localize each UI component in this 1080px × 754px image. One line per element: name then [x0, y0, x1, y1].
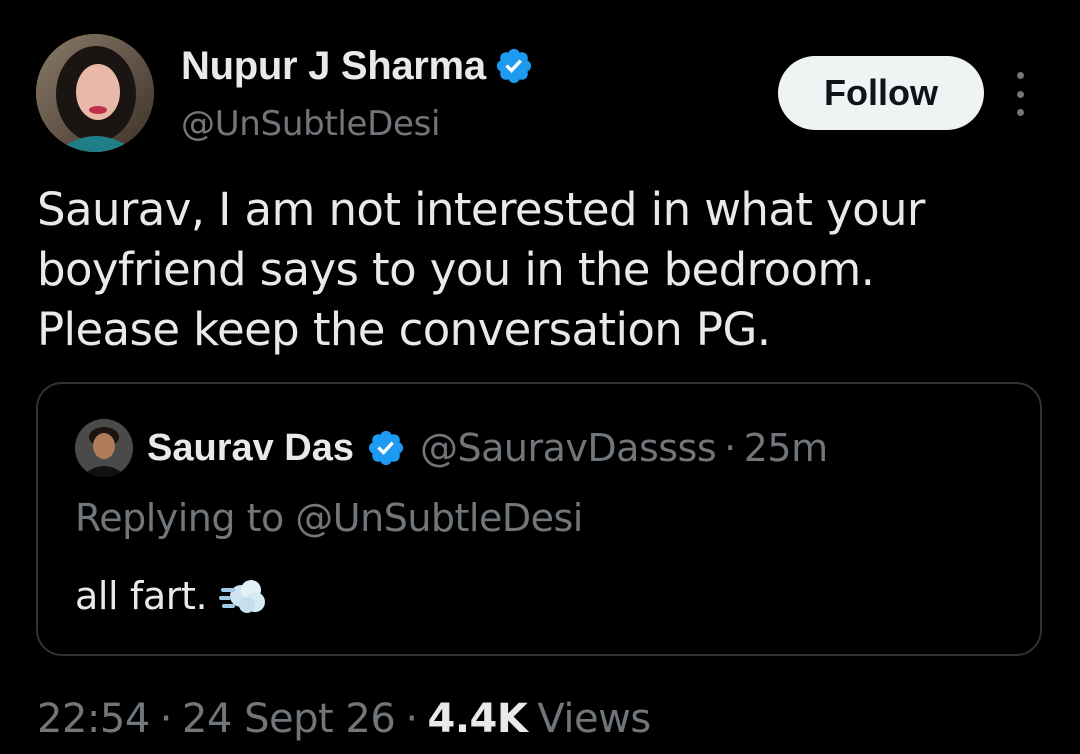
- quoted-text: all fart.: [75, 574, 208, 618]
- tweet-text: Saurav, I am not interested in what your…: [37, 180, 1047, 360]
- author-name-row: Nupur J Sharma: [181, 40, 534, 92]
- quoted-text-row: all fart.: [75, 574, 269, 618]
- quoted-author-avatar-image: [75, 419, 133, 477]
- tweet-text-line: boyfriend says to you in the bedroom.: [37, 243, 875, 296]
- quoted-display-name: Saurav Das: [147, 426, 355, 469]
- tweet-time[interactable]: 22:54: [37, 696, 150, 742]
- quoted-replying-to: Replying to @UnSubtleDesi: [75, 496, 583, 540]
- tweet-date[interactable]: 24 Sept 26: [182, 696, 396, 742]
- quoted-header: Saurav Das @SauravDassss · 25m: [147, 422, 828, 474]
- author-avatar[interactable]: [36, 34, 154, 152]
- quoted-separator: ·: [724, 426, 736, 470]
- author-display-name[interactable]: Nupur J Sharma: [181, 44, 486, 89]
- tweet-meta: 22:54 · 24 Sept 26 · 4.4K Views: [37, 696, 651, 742]
- views-label: Views: [537, 696, 651, 742]
- tweet: Nupur J Sharma @UnSubtleDesi Follow Saur…: [0, 0, 1080, 754]
- quoted-handle: @SauravDassss: [420, 426, 717, 470]
- quoted-tweet-card[interactable]: Saurav Das @SauravDassss · 25m Replying …: [36, 382, 1042, 656]
- tweet-text-line: Please keep the conversation PG.: [37, 303, 771, 356]
- tweet-text-line: Saurav, I am not interested in what your: [37, 183, 925, 236]
- quoted-timestamp: 25m: [743, 426, 828, 470]
- verified-badge-icon: [496, 48, 531, 84]
- more-vertical-icon[interactable]: [1003, 72, 1037, 116]
- dashing-away-icon: [219, 580, 266, 613]
- follow-button[interactable]: Follow: [778, 56, 984, 130]
- author-handle[interactable]: @UnSubtleDesi: [181, 104, 441, 144]
- meta-separator: ·: [159, 696, 173, 742]
- quoted-author-avatar[interactable]: [75, 419, 133, 477]
- author-avatar-image: [36, 34, 154, 152]
- meta-separator: ·: [405, 696, 418, 742]
- views-count: 4.4K: [427, 696, 528, 742]
- verified-badge-icon: [368, 430, 404, 466]
